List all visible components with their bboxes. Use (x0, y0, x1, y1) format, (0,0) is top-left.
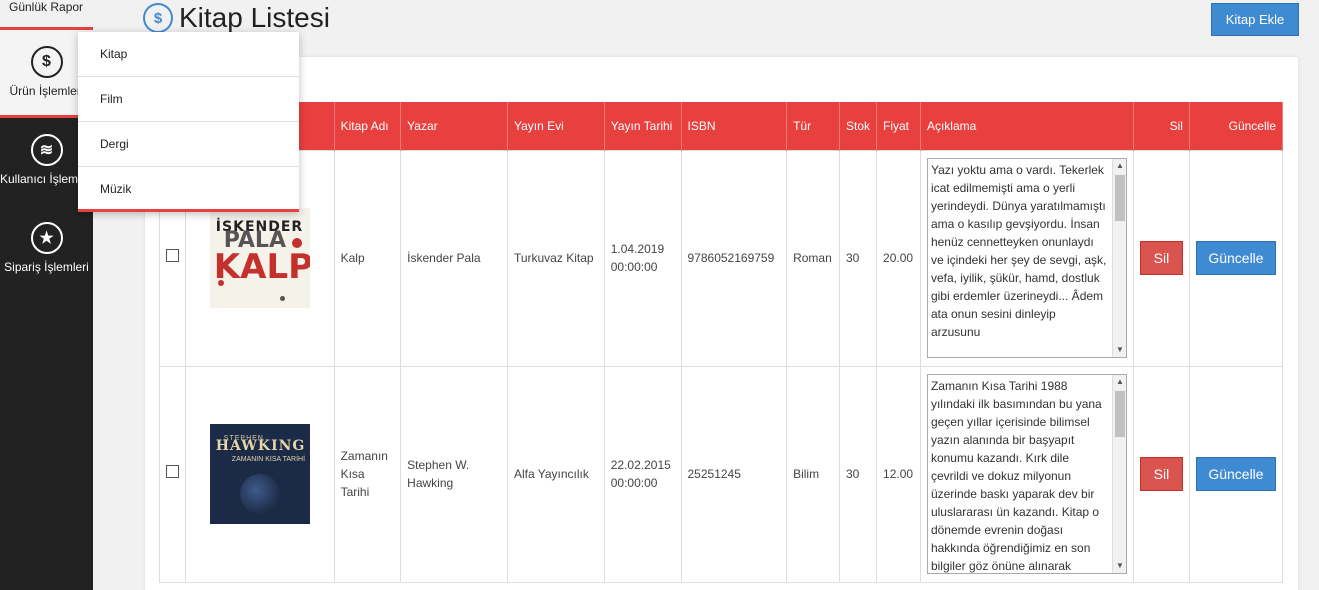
column-header-genre: Tür (786, 102, 840, 150)
submenu-item-book[interactable]: Kitap (78, 32, 299, 77)
page-title: Kitap Listesi (179, 2, 330, 33)
column-header-date: Yayın Tarihi (604, 102, 682, 150)
textarea-scrollbar[interactable]: ▲ ▼ (1111, 375, 1126, 573)
update-button[interactable]: Güncelle (1195, 457, 1276, 491)
book-stock: 30 (838, 365, 878, 583)
book-cover-image: STEPHEN HAWKING ZAMANIN KISA TARİHİ (209, 424, 310, 524)
book-publisher: Turkuvaz Kitap (506, 149, 605, 367)
scroll-down-icon[interactable]: ▼ (1113, 343, 1126, 357)
book-title: Zamanın Kısa Tarihi (333, 365, 402, 583)
page-header: $ Kitap Listesi (143, 1, 330, 35)
update-button[interactable]: Güncelle (1195, 241, 1276, 275)
book-title: Kalp (333, 149, 402, 367)
row-checkbox[interactable] (166, 249, 179, 262)
table-row: İSKENDER PALA KALP Kalp İskender Pala Tu… (159, 149, 1284, 367)
book-cover-image: İSKENDER PALA KALP (209, 208, 310, 308)
book-author: Stephen W. Hawking (400, 365, 508, 583)
book-price: 20.00 (876, 149, 921, 367)
submenu-item-music[interactable]: Müzik (78, 167, 299, 212)
sidebar-item-order-operations[interactable]: ★ Sipariş İşlemleri (0, 222, 93, 274)
column-header-update: Güncelle (1189, 102, 1284, 150)
sidebar-item-label: Sipariş İşlemleri (4, 260, 89, 274)
delete-button[interactable]: Sil (1139, 457, 1183, 491)
description-textarea[interactable]: Zamanın Kısa Tarihi 1988 yılındaki ilk b… (926, 374, 1127, 574)
book-isbn: 25251245 (680, 365, 788, 583)
book-publisher: Alfa Yayıncılık (506, 365, 605, 583)
column-header-delete: Sil (1133, 102, 1190, 150)
column-header-publisher: Yayın Evi (507, 102, 605, 150)
book-cover-cell: STEPHEN HAWKING ZAMANIN KISA TARİHİ (185, 365, 335, 583)
book-stock: 30 (838, 149, 878, 367)
delete-button[interactable]: Sil (1139, 241, 1183, 275)
column-header-title: Kitap Adı (334, 102, 402, 150)
submenu-item-magazine[interactable]: Dergi (78, 122, 299, 167)
add-book-button[interactable]: Kitap Ekle (1211, 3, 1299, 36)
book-date: 22.02.2015 00:00:00 (603, 365, 682, 583)
dollar-icon: $ (30, 46, 63, 78)
book-isbn: 9786052169759 (680, 149, 788, 367)
table-row: STEPHEN HAWKING ZAMANIN KISA TARİHİ Zama… (159, 365, 1284, 583)
book-genre: Roman (786, 149, 840, 367)
sidebar-item-daily-report[interactable]: Günlük Rapor (0, 0, 93, 30)
row-checkbox[interactable] (166, 465, 179, 478)
book-price: 12.00 (876, 365, 921, 583)
scroll-up-icon[interactable]: ▲ (1113, 375, 1126, 389)
column-header-author: Yazar (400, 102, 508, 150)
column-header-stock: Stok (839, 102, 878, 150)
book-date: 1.04.2019 00:00:00 (603, 149, 682, 367)
book-table: Kitap Adı Yazar Yayın Evi Yayın Tarihi I… (159, 102, 1284, 583)
column-header-price: Fiyat (876, 102, 921, 150)
column-header-isbn: ISBN (681, 102, 788, 150)
submenu-item-film[interactable]: Film (78, 77, 299, 122)
table-header-row: Kitap Adı Yazar Yayın Evi Yayın Tarihi I… (159, 102, 1284, 150)
scroll-up-icon[interactable]: ▲ (1113, 159, 1126, 173)
column-header-description: Açıklama (920, 102, 1134, 150)
star-icon: ★ (30, 222, 63, 254)
sidebar-item-label: Günlük Rapor (9, 0, 84, 14)
product-submenu: Kitap Film Dergi Müzik (78, 32, 299, 212)
textarea-scrollbar[interactable]: ▲ ▼ (1111, 159, 1126, 357)
book-author: İskender Pala (400, 149, 508, 367)
scroll-down-icon[interactable]: ▼ (1113, 559, 1126, 573)
description-textarea[interactable]: Yazı yoktu ama o vardı. Tekerlek icat ed… (926, 158, 1127, 358)
book-genre: Bilim (786, 365, 840, 583)
dollar-icon: $ (143, 3, 173, 33)
layers-icon: ≋ (30, 134, 63, 166)
